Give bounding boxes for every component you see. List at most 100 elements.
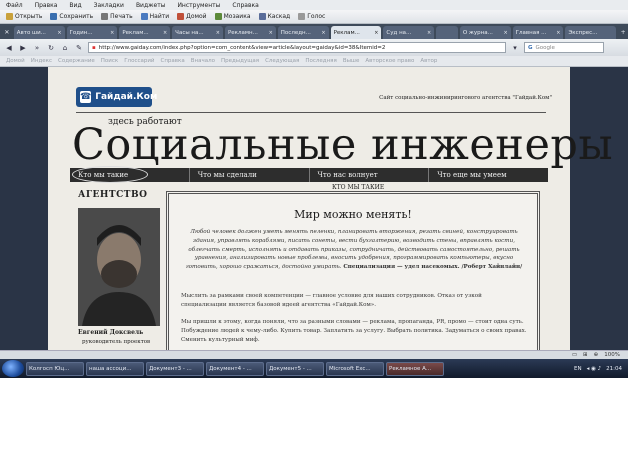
nav-link[interactable]: Вначало (191, 58, 215, 64)
reload-icon[interactable]: ↻ (46, 43, 56, 53)
taskbar-button[interactable]: Документ5 - ... (266, 361, 324, 376)
tab-active[interactable]: Реклам... × (330, 26, 382, 39)
taskbar-label: Документ4 - ... (209, 365, 252, 372)
menu-edit[interactable]: Правка (35, 2, 58, 9)
tab[interactable]: Рекламн... × (224, 26, 276, 39)
article-box: Мир можно менять! Любой человек должен у… (166, 191, 540, 350)
tab[interactable]: Экспрес... (565, 26, 617, 39)
tab[interactable] (436, 26, 458, 39)
menu-what-else[interactable]: Что еще мы умеем (429, 168, 548, 182)
google-icon: G (528, 44, 533, 51)
menu-what-concerns-us[interactable]: Что нас волнует (310, 168, 430, 182)
tab[interactable]: Суд на... × (383, 26, 435, 39)
open-button[interactable]: Открыть (4, 13, 44, 20)
site-logo[interactable]: ☎ Гайдай.Ком (76, 87, 157, 107)
nav-link[interactable]: Выше (343, 58, 360, 64)
home-nav-icon[interactable]: ⌂ (60, 43, 70, 53)
nav-link[interactable]: Глоссарий (124, 58, 154, 64)
back-icon[interactable]: ◀ (4, 43, 14, 53)
close-icon[interactable]: × (269, 30, 273, 36)
nav-link[interactable]: Предыдущая (221, 58, 259, 64)
tab-bar: ✕ Авто ши... × Годин... × Реклам... × Часы … (0, 24, 628, 39)
taskbar-button[interactable]: Документ4 - ... (206, 361, 264, 376)
logo-icon: ☎ (80, 91, 92, 103)
close-icon[interactable]: × (503, 30, 507, 36)
tab[interactable]: Главная ... × (512, 26, 564, 39)
nav-link[interactable]: Домой (6, 58, 25, 64)
nav-link[interactable]: Следующая (265, 58, 299, 64)
home-icon (177, 13, 185, 20)
menu-help[interactable]: Справка (232, 2, 258, 9)
taskbar-button[interactable]: наша ассоци... (86, 361, 144, 376)
new-tab-icon[interactable]: + (618, 26, 628, 39)
zoom-icon[interactable]: ⊕ (594, 352, 599, 358)
menu-view[interactable]: Вид (69, 2, 81, 9)
menu-tools[interactable]: Инструменты (177, 2, 220, 9)
tab[interactable]: Реклам... × (119, 26, 171, 39)
taskbar-button[interactable]: Документ3 - ... (146, 361, 204, 376)
address-text: http://www.gaiday.com/index.php?option=c… (98, 44, 386, 51)
menu-who-we-are[interactable]: Кто мы такие (70, 166, 190, 183)
nav-link[interactable]: Последняя (305, 58, 336, 64)
taskbar-button[interactable]: Колгосп Юц... (26, 361, 84, 376)
site-menu: Кто мы такие Что мы сделали Что нас волн… (70, 166, 548, 183)
tab[interactable]: О журна... × (459, 26, 511, 39)
close-icon[interactable]: × (216, 30, 220, 36)
close-icon[interactable]: × (556, 30, 560, 36)
person-name: Евгений Доксвель (78, 329, 144, 336)
cascade-button[interactable]: Каскад (257, 13, 293, 20)
nav-link[interactable]: Содержание (58, 58, 95, 64)
article-paragraph: Мыслить за рамками своей компетенции — г… (181, 293, 482, 308)
menu-what-we-did[interactable]: Что мы сделали (190, 168, 310, 182)
close-icon[interactable]: × (57, 30, 61, 36)
tab[interactable]: Последн... × (277, 26, 329, 39)
voice-button[interactable]: Голос (296, 13, 327, 20)
menu-bookmarks[interactable]: Закладки (94, 2, 124, 9)
find-button[interactable]: Найти (139, 13, 171, 20)
browser-screen: Файл Правка Вид Закладки Виджеты Инструм… (0, 0, 628, 378)
dropdown-icon[interactable]: ▾ (510, 43, 520, 53)
panel-icon[interactable]: ▭ (572, 352, 577, 358)
menu-file[interactable]: Файл (6, 2, 23, 9)
save-button[interactable]: Сохранить (48, 13, 95, 20)
nav-link[interactable]: Справка (161, 58, 185, 64)
menu-widgets[interactable]: Виджеты (136, 2, 166, 9)
page-viewport: ☎ Гайдай.Ком Сайт социально-инжинирингов… (0, 67, 628, 350)
forward-icon[interactable]: ▶ (18, 43, 28, 53)
search-input[interactable]: G Google (524, 42, 604, 53)
tray-icons[interactable]: ◂ ◉ ♪ (587, 366, 602, 372)
taskbar-button-active[interactable]: Рекламное А... (386, 361, 444, 376)
tab[interactable]: Годин... × (66, 26, 118, 39)
nav-link[interactable]: Поиск (101, 58, 118, 64)
mosaic-button[interactable]: Мозаика (213, 13, 253, 20)
taskbar-button[interactable]: Microsoft Exc... (326, 361, 384, 376)
nav-link[interactable]: Автор (420, 58, 437, 64)
mosaic-label: Мозаика (223, 13, 251, 20)
tab[interactable]: Часы на... × (172, 26, 223, 39)
print-button[interactable]: Печать (99, 13, 134, 20)
zoom-level[interactable]: 100% (604, 352, 620, 358)
cascade-icon (258, 13, 266, 20)
start-button[interactable] (2, 360, 24, 377)
address-field[interactable]: ▪ http://www.gaiday.com/index.php?option… (88, 42, 506, 53)
language-indicator[interactable]: EN (574, 366, 582, 372)
close-icon[interactable]: × (427, 30, 431, 36)
tab[interactable]: Авто ши... × (13, 26, 65, 39)
home-button[interactable]: Домой (175, 13, 208, 20)
quote-attribution: Специализация — удел насекомых. /Роберт … (343, 264, 523, 271)
mosaic-icon (214, 13, 222, 20)
close-icon[interactable]: × (374, 30, 378, 36)
tools-menu-icon[interactable]: ✕ (2, 26, 12, 39)
close-icon[interactable]: × (321, 30, 325, 36)
nav-link[interactable]: Авторское право (365, 58, 414, 64)
close-icon[interactable]: × (110, 30, 114, 36)
clock[interactable]: 21:04 (606, 366, 622, 372)
close-icon[interactable]: × (163, 30, 167, 36)
edit-icon[interactable]: ✎ (74, 43, 84, 53)
taskbar-label: Документ3 - ... (149, 365, 192, 372)
nav-link[interactable]: Индекс (31, 58, 52, 64)
tab-label: Главная ... (515, 29, 547, 36)
fast-forward-icon[interactable]: » (32, 43, 42, 53)
view-icon[interactable]: ⊞ (583, 352, 588, 358)
tab-label: Реклам... (333, 29, 360, 36)
